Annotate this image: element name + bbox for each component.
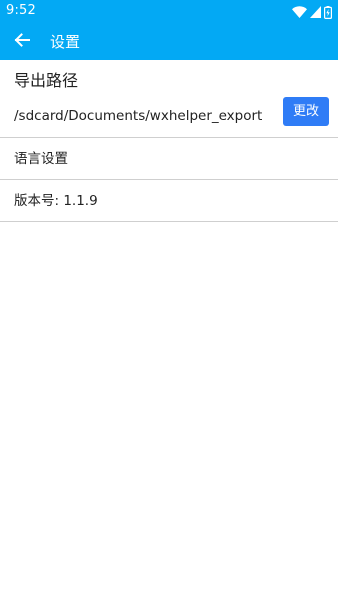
arrow-left-icon <box>13 31 31 53</box>
battery-charging-icon <box>324 5 332 19</box>
back-button[interactable] <box>8 28 36 56</box>
version-info: 版本号: 1.1.9 <box>0 180 338 222</box>
language-setting[interactable]: 语言设置 <box>0 138 338 180</box>
language-setting-label: 语言设置 <box>14 151 68 167</box>
export-path-value: /sdcard/Documents/wxhelper_export <box>14 108 263 124</box>
version-label: 版本号: 1.1.9 <box>14 193 98 209</box>
wifi-icon <box>292 6 307 18</box>
export-path-setting: 导出路径 /sdcard/Documents/wxhelper_export 更… <box>0 60 338 138</box>
status-icons <box>292 4 332 20</box>
app-bar: 设置 <box>0 24 338 60</box>
status-bar: 9:52 <box>0 0 338 24</box>
export-path-title: 导出路径 <box>14 71 79 90</box>
signal-icon <box>310 6 321 18</box>
settings-list: 导出路径 /sdcard/Documents/wxhelper_export 更… <box>0 60 338 222</box>
page-title: 设置 <box>50 33 81 51</box>
change-path-button[interactable]: 更改 <box>283 97 329 126</box>
status-time: 9:52 <box>6 3 36 18</box>
